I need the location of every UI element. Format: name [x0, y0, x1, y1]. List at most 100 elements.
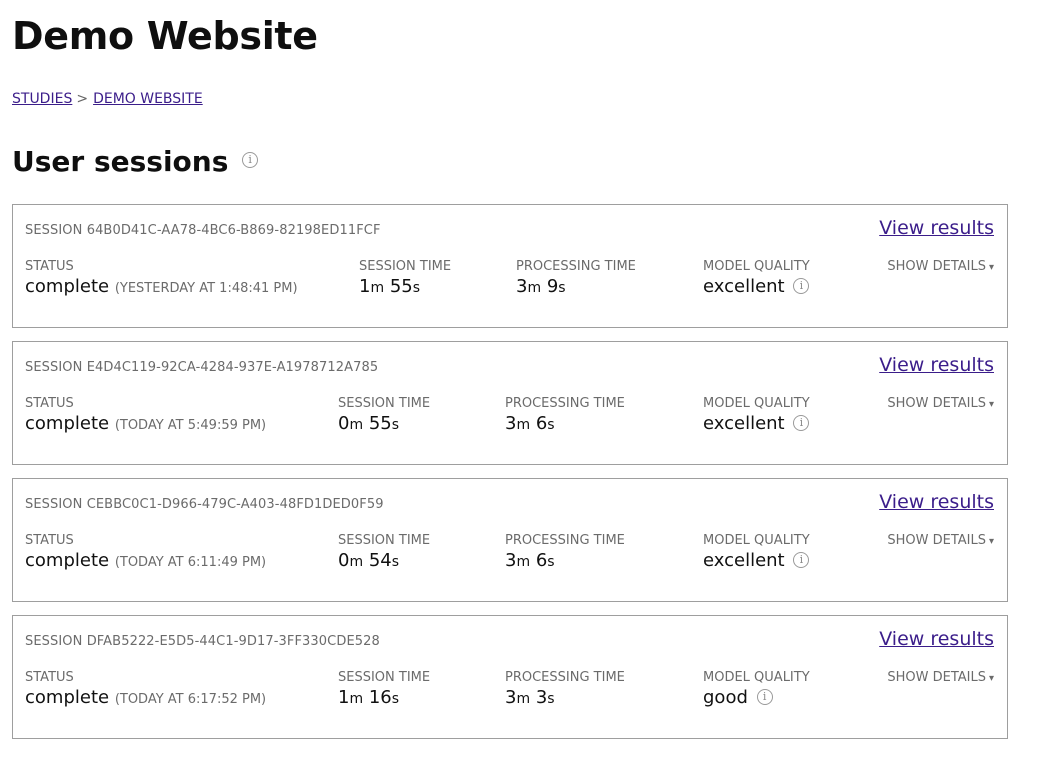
status-value: complete (YESTERDAY AT 1:48:41 PM): [25, 276, 298, 297]
info-icon[interactable]: i: [242, 152, 259, 168]
model-quality-value: excellent i: [703, 550, 810, 571]
model-quality-label: MODEL QUALITY: [703, 259, 810, 274]
processing-time-seconds: 9: [546, 276, 559, 297]
seconds-unit: s: [558, 280, 566, 296]
status-timestamp: (TODAY AT 5:49:59 PM): [114, 418, 267, 433]
minutes-unit: m: [349, 417, 364, 433]
minutes-unit: m: [349, 691, 364, 707]
status-value: complete (TODAY AT 5:49:59 PM): [25, 413, 266, 434]
show-details-toggle[interactable]: SHOW DETAILS ▾: [887, 396, 994, 411]
processing-time-label: PROCESSING TIME: [505, 533, 625, 548]
model-quality-value: excellent i: [703, 413, 810, 434]
breadcrumb-link-demo-website[interactable]: DEMO WEBSITE: [93, 91, 203, 107]
processing-time-minutes: 3: [505, 550, 517, 571]
minutes-unit: m: [370, 280, 385, 296]
minutes-unit: m: [349, 554, 364, 570]
status-value: complete (TODAY AT 6:11:49 PM): [25, 550, 266, 571]
seconds-unit: s: [547, 417, 555, 433]
processing-time-value: 3m 6s: [505, 550, 555, 571]
section-title-text: User sessions: [12, 145, 229, 178]
show-details-toggle[interactable]: SHOW DETAILS ▾: [887, 670, 994, 685]
view-results-link[interactable]: View results: [879, 491, 994, 513]
session-time-label: SESSION TIME: [359, 259, 452, 274]
status-text: complete: [25, 276, 110, 297]
chevron-down-icon: ▾: [988, 399, 994, 410]
processing-time-label: PROCESSING TIME: [505, 396, 625, 411]
session-id: SESSION 64B0D41C-AA78-4BC6-B869-82198ED1…: [25, 223, 381, 238]
minutes-unit: m: [527, 280, 542, 296]
session-list: SESSION 64B0D41C-AA78-4BC6-B869-82198ED1…: [12, 204, 1008, 752]
session-id: SESSION DFAB5222-E5D5-44C1-9D17-3FF330CD…: [25, 634, 380, 649]
model-quality-label: MODEL QUALITY: [703, 396, 810, 411]
session-time-minutes: 0: [338, 413, 350, 434]
status-label: STATUS: [25, 670, 74, 685]
show-details-toggle[interactable]: SHOW DETAILS ▾: [887, 533, 994, 548]
show-details-toggle[interactable]: SHOW DETAILS ▾: [887, 259, 994, 274]
session-time-label: SESSION TIME: [338, 396, 431, 411]
processing-time-seconds: 6: [535, 550, 548, 571]
chevron-down-icon: ▾: [988, 262, 994, 273]
processing-time-value: 3m 9s: [516, 276, 566, 297]
chevron-down-icon: ▾: [988, 673, 994, 684]
model-quality-text: good: [703, 687, 748, 708]
session-time-value: 1m 16s: [338, 687, 399, 708]
view-results-link[interactable]: View results: [879, 628, 994, 650]
seconds-unit: s: [412, 280, 421, 296]
section-title: User sessions i: [12, 144, 259, 180]
minutes-unit: m: [516, 691, 531, 707]
session-time-seconds: 16: [368, 687, 392, 708]
show-details-label: SHOW DETAILS: [887, 533, 986, 548]
info-icon[interactable]: i: [793, 552, 810, 568]
status-timestamp: (TODAY AT 6:11:49 PM): [114, 555, 267, 570]
model-quality-text: excellent: [703, 413, 785, 434]
seconds-unit: s: [391, 691, 400, 707]
show-details-label: SHOW DETAILS: [887, 259, 986, 274]
processing-time-label: PROCESSING TIME: [516, 259, 636, 274]
site-title: Demo Website: [12, 14, 318, 58]
info-icon[interactable]: i: [793, 278, 810, 294]
seconds-unit: s: [391, 554, 400, 570]
session-time-value: 1m 55s: [359, 276, 420, 297]
model-quality-text: excellent: [703, 550, 785, 571]
page: Demo Website STUDIES > DEMO WEBSITE User s…: [0, 0, 1042, 769]
show-details-label: SHOW DETAILS: [887, 670, 986, 685]
minutes-unit: m: [516, 417, 531, 433]
minutes-unit: m: [516, 554, 531, 570]
model-quality-value: good i: [703, 687, 773, 708]
model-quality-label: MODEL QUALITY: [703, 670, 810, 685]
view-results-link[interactable]: View results: [879, 354, 994, 376]
session-time-minutes: 1: [359, 276, 371, 297]
breadcrumb-link-studies[interactable]: STUDIES: [12, 91, 72, 107]
seconds-unit: s: [391, 417, 400, 433]
status-label: STATUS: [25, 259, 74, 274]
processing-time-value: 3m 6s: [505, 413, 555, 434]
breadcrumb-separator: >: [76, 91, 89, 107]
status-timestamp: (TODAY AT 6:17:52 PM): [114, 692, 267, 707]
session-id: SESSION E4D4C119-92CA-4284-937E-A1978712…: [25, 360, 379, 375]
breadcrumb: STUDIES > DEMO WEBSITE: [12, 90, 203, 108]
model-quality-label: MODEL QUALITY: [703, 533, 810, 548]
status-text: complete: [25, 413, 110, 434]
status-timestamp: (YESTERDAY AT 1:48:41 PM): [114, 281, 298, 296]
view-results-link[interactable]: View results: [879, 217, 994, 239]
info-icon[interactable]: i: [793, 415, 810, 431]
chevron-down-icon: ▾: [988, 536, 994, 547]
session-card: SESSION E4D4C119-92CA-4284-937E-A1978712…: [12, 341, 1008, 465]
session-card: SESSION CEBBC0C1-D966-479C-A403-48FD1DED…: [12, 478, 1008, 602]
session-id: SESSION CEBBC0C1-D966-479C-A403-48FD1DED…: [25, 497, 384, 512]
status-value: complete (TODAY AT 6:17:52 PM): [25, 687, 266, 708]
seconds-unit: s: [547, 554, 555, 570]
model-quality-text: excellent: [703, 276, 785, 297]
processing-time-value: 3m 3s: [505, 687, 555, 708]
session-card: SESSION DFAB5222-E5D5-44C1-9D17-3FF330CD…: [12, 615, 1008, 739]
processing-time-minutes: 3: [516, 276, 528, 297]
processing-time-label: PROCESSING TIME: [505, 670, 625, 685]
seconds-unit: s: [547, 691, 555, 707]
session-time-value: 0m 54s: [338, 550, 399, 571]
info-icon[interactable]: i: [756, 689, 773, 705]
session-time-minutes: 1: [338, 687, 350, 708]
session-time-value: 0m 55s: [338, 413, 399, 434]
session-time-seconds: 55: [368, 413, 392, 434]
session-card: SESSION 64B0D41C-AA78-4BC6-B869-82198ED1…: [12, 204, 1008, 328]
session-time-minutes: 0: [338, 550, 350, 571]
